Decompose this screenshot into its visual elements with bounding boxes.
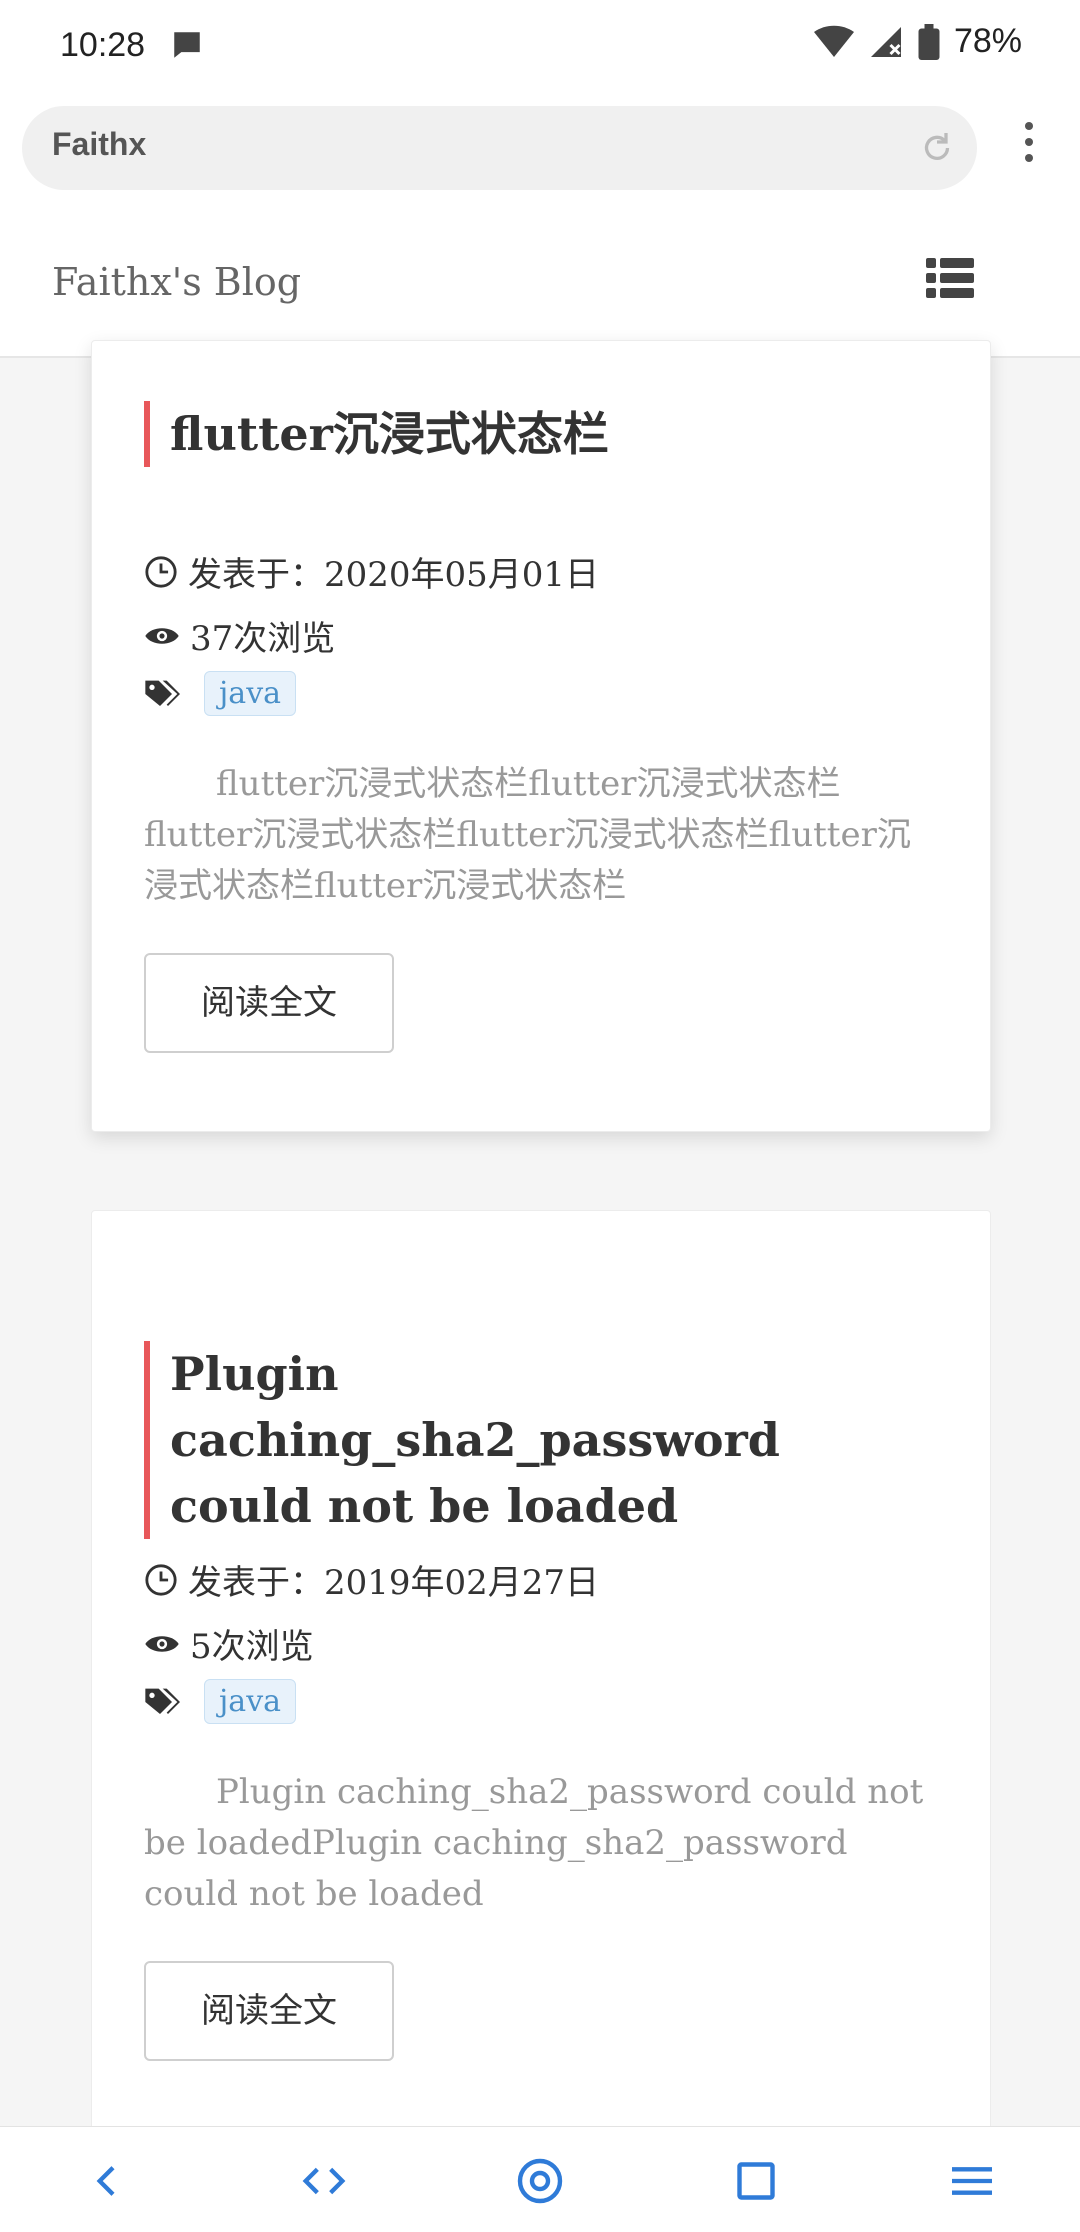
- post-excerpt: Plugin caching_sha2_password could not b…: [144, 1772, 924, 1914]
- wifi-icon: [813, 25, 854, 57]
- post-date-text: 发表于：2019年02月27日: [188, 1563, 600, 1603]
- post-date-text: 发表于：2020年05月01日: [188, 555, 600, 595]
- post-title[interactable]: flutter沉浸式状态栏: [144, 401, 609, 467]
- code-icon[interactable]: [292, 2149, 356, 2213]
- status-time: 10:28: [60, 26, 146, 64]
- post-card: flutter沉浸式状态栏 发表于：2020年05月01日 37次浏览 java: [91, 340, 991, 1132]
- message-icon: [174, 32, 200, 58]
- status-bar: 10:28 78%: [0, 0, 1080, 96]
- eye-icon: [145, 1635, 179, 1652]
- post-date: 发表于：2020年05月01日: [144, 547, 599, 596]
- tag-chip[interactable]: java: [204, 671, 297, 716]
- post-tags: java: [144, 1679, 297, 1724]
- bottom-navigation: [0, 2126, 1080, 2232]
- status-icons: 78%: [813, 22, 1022, 61]
- eye-icon: [145, 627, 179, 644]
- battery-icon: [918, 23, 940, 60]
- list-menu-icon[interactable]: [926, 258, 974, 298]
- blog-title[interactable]: Faithx's Blog: [52, 260, 301, 304]
- tags-icon: [145, 680, 180, 706]
- home-circle-icon[interactable]: [508, 2149, 572, 2213]
- address-bar[interactable]: Faithx: [22, 106, 977, 190]
- post-views-text: 5次浏览: [190, 1627, 314, 1667]
- blog-header: Faithx's Blog: [0, 216, 1080, 358]
- post-views: 37次浏览: [144, 611, 335, 660]
- read-more-button[interactable]: 阅读全文: [144, 953, 394, 1053]
- clock-icon: [145, 1563, 177, 1596]
- post-title[interactable]: Plugin caching_sha2_password could not b…: [144, 1341, 934, 1539]
- hamburger-menu-icon[interactable]: [940, 2149, 1004, 2213]
- post-excerpt: flutter沉浸式状态栏flutter沉浸式状态栏flutter沉浸式状态栏f…: [144, 764, 911, 906]
- address-text[interactable]: Faithx: [52, 126, 146, 163]
- post-views: 5次浏览: [144, 1619, 314, 1668]
- browser-toolbar: Faithx: [0, 96, 1080, 216]
- clock-icon: [145, 555, 177, 588]
- read-more-button[interactable]: 阅读全文: [144, 1961, 394, 2061]
- post-tags: java: [144, 671, 297, 716]
- signal-icon: [870, 26, 901, 57]
- tag-chip[interactable]: java: [204, 1679, 297, 1724]
- kebab-menu-icon[interactable]: [1012, 116, 1046, 180]
- post-date: 发表于：2019年02月27日: [144, 1555, 599, 1604]
- back-icon[interactable]: [76, 2149, 140, 2213]
- tabs-square-icon[interactable]: [724, 2149, 788, 2213]
- post-card: Plugin caching_sha2_password could not b…: [91, 1210, 991, 2160]
- page: 10:28 78% Faithx Faithx's Blog flutter沉浸…: [0, 0, 1080, 2232]
- tags-icon: [145, 1688, 180, 1714]
- post-views-text: 37次浏览: [190, 619, 336, 659]
- reload-icon[interactable]: [919, 130, 955, 166]
- battery-percent: 78%: [953, 22, 1022, 60]
